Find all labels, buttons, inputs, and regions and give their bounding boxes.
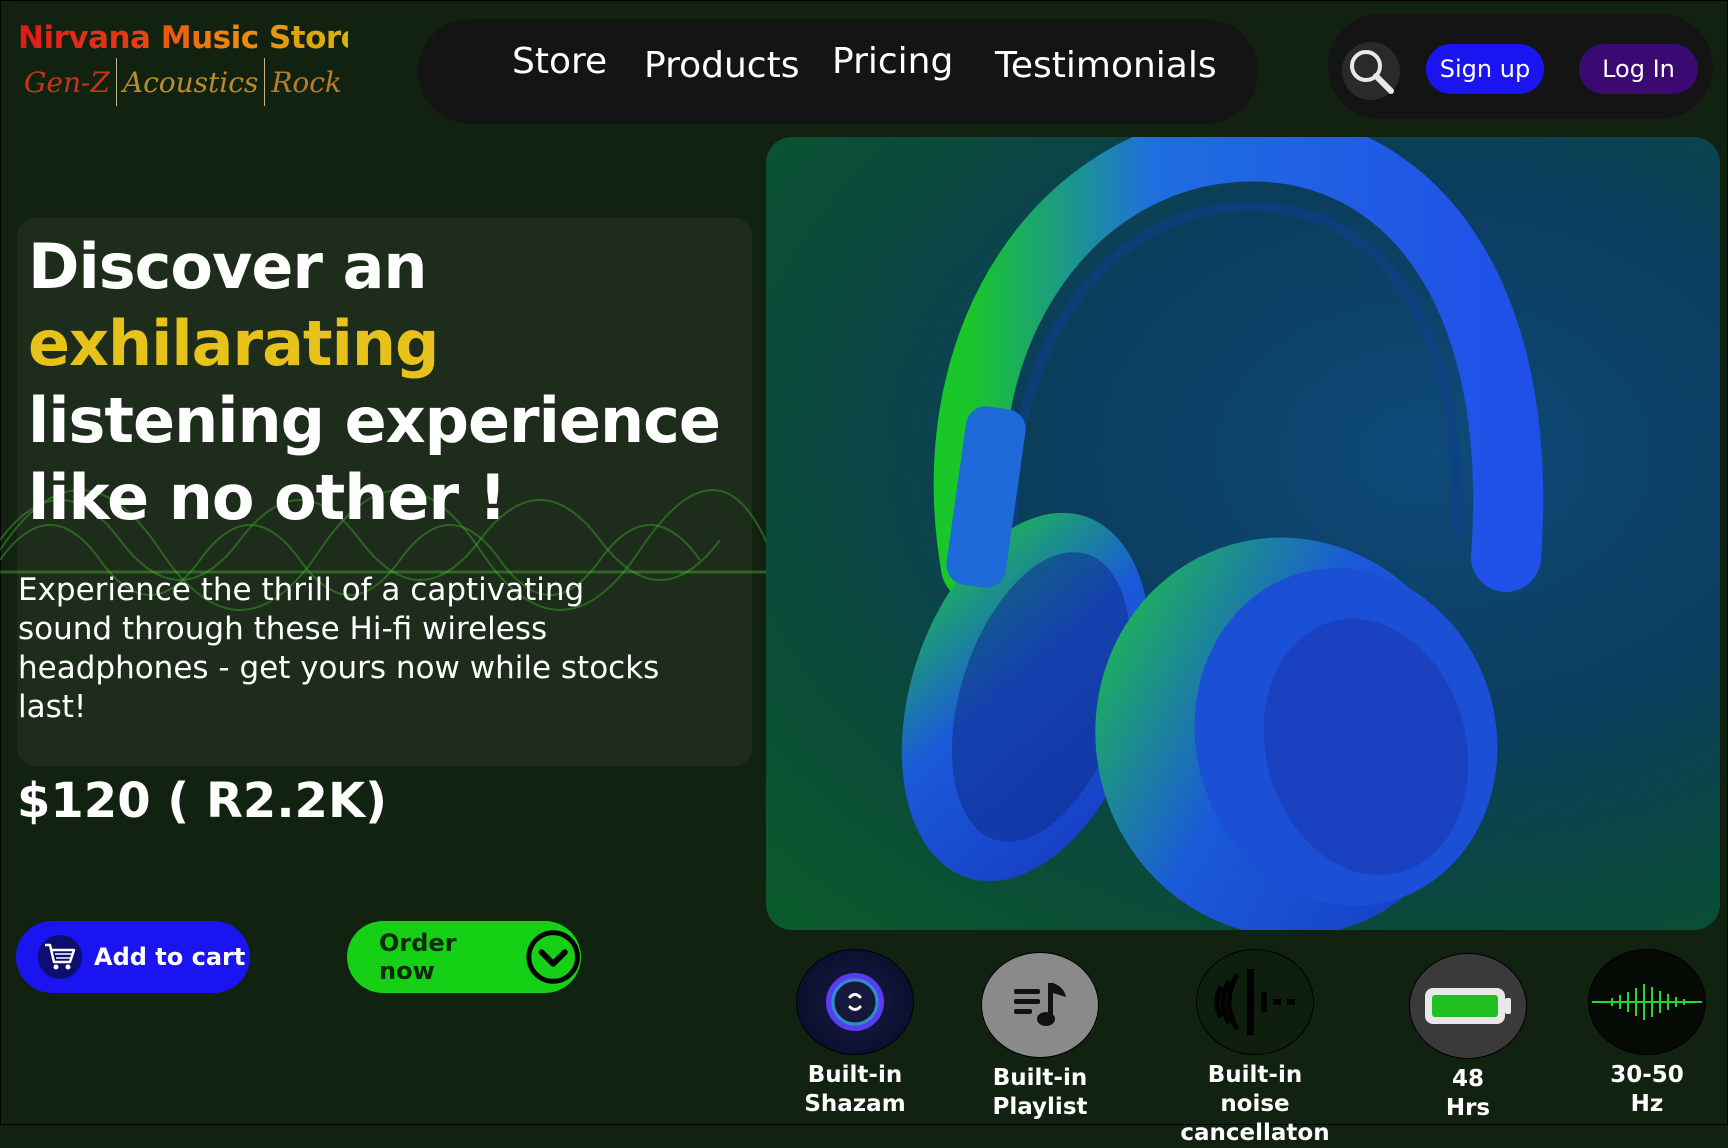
feature-label-line: 48 xyxy=(1451,1066,1484,1092)
brand-title: Nirvana Music Store xyxy=(18,20,362,56)
nav-item-pricing[interactable]: Pricing xyxy=(832,41,953,82)
feature-label-line: Hz xyxy=(1630,1091,1664,1117)
shazam-icon xyxy=(796,949,914,1055)
feature-label-line: cancellaton xyxy=(1180,1120,1330,1146)
feature-label: 48 Hrs xyxy=(1403,1065,1533,1123)
battery-icon xyxy=(1409,953,1527,1059)
brand-tag-rock: Rock xyxy=(271,65,342,99)
search-icon xyxy=(1350,50,1394,94)
feature-frequency[interactable]: 30-50 Hz xyxy=(1582,949,1712,1119)
feature-label: Built-in noise cancellaton xyxy=(1170,1061,1340,1148)
feature-label-line: Built-in xyxy=(992,1065,1088,1091)
login-button[interactable]: Log In xyxy=(1579,44,1698,94)
product-price: $120 ( R2.2K) xyxy=(17,773,388,829)
headphones-product-image xyxy=(766,137,1720,930)
hero-subtext: Experience the thrill of a captivating s… xyxy=(18,572,660,725)
order-now-button[interactable]: Order now xyxy=(347,921,581,993)
brand-tag-genz: Gen-Z xyxy=(24,65,110,99)
order-now-label: Order now xyxy=(379,929,457,985)
brand-tags: Gen-Z Acoustics Rock xyxy=(18,58,348,106)
headline-highlight: exhilarating xyxy=(28,307,439,380)
feature-label: 30-50 Hz xyxy=(1582,1061,1712,1119)
nav-item-testimonials[interactable]: Testimonials xyxy=(995,45,1217,86)
headphones-illustration xyxy=(901,137,1544,930)
add-to-cart-label: Add to cart xyxy=(94,943,246,971)
nav-item-products[interactable]: Products xyxy=(644,45,799,86)
headline-line: listening experience xyxy=(28,384,721,457)
search-button[interactable] xyxy=(1342,42,1400,100)
feature-label-line: Playlist xyxy=(992,1094,1088,1120)
auth-bar: Sign up Log In xyxy=(1328,14,1713,119)
playlist-icon xyxy=(981,952,1099,1058)
feature-label-line: Shazam xyxy=(804,1091,906,1117)
feature-noise-cancellation[interactable]: Built-in noise cancellaton xyxy=(1170,949,1340,1148)
feature-label-line: Hrs xyxy=(1445,1095,1491,1121)
feature-battery[interactable]: 48 Hrs xyxy=(1403,953,1533,1123)
nav-item-store[interactable]: Store xyxy=(512,41,607,82)
noise-cancellation-icon xyxy=(1196,949,1314,1055)
add-to-cart-button[interactable]: Add to cart xyxy=(16,921,250,993)
hero-headline: Discover an exhilarating listening exper… xyxy=(28,228,721,536)
feature-label-line: Built-in noise xyxy=(1207,1062,1303,1117)
feature-label: Built-in Playlist xyxy=(975,1064,1105,1122)
brand-tag-acoustics: Acoustics xyxy=(122,65,259,99)
frequency-wave-icon xyxy=(1588,949,1706,1055)
feature-shazam[interactable]: Built-in Shazam xyxy=(790,949,920,1119)
signup-button[interactable]: Sign up xyxy=(1426,44,1544,94)
feature-label-line: 30-50 xyxy=(1610,1062,1684,1088)
feature-label-line: Built-in xyxy=(807,1062,903,1088)
feature-playlist[interactable]: Built-in Playlist xyxy=(975,952,1105,1122)
chevron-down-icon xyxy=(526,930,580,984)
cart-icon xyxy=(38,935,82,979)
feature-label: Built-in Shazam xyxy=(790,1061,920,1119)
brand-logo[interactable]: Nirvana Music Store Gen-Z Acoustics Rock xyxy=(18,20,362,106)
headline-line: like no other ! xyxy=(28,461,507,534)
headline-line: Discover an xyxy=(28,230,428,303)
main-nav: Store Products Pricing Testimonials xyxy=(418,19,1258,124)
